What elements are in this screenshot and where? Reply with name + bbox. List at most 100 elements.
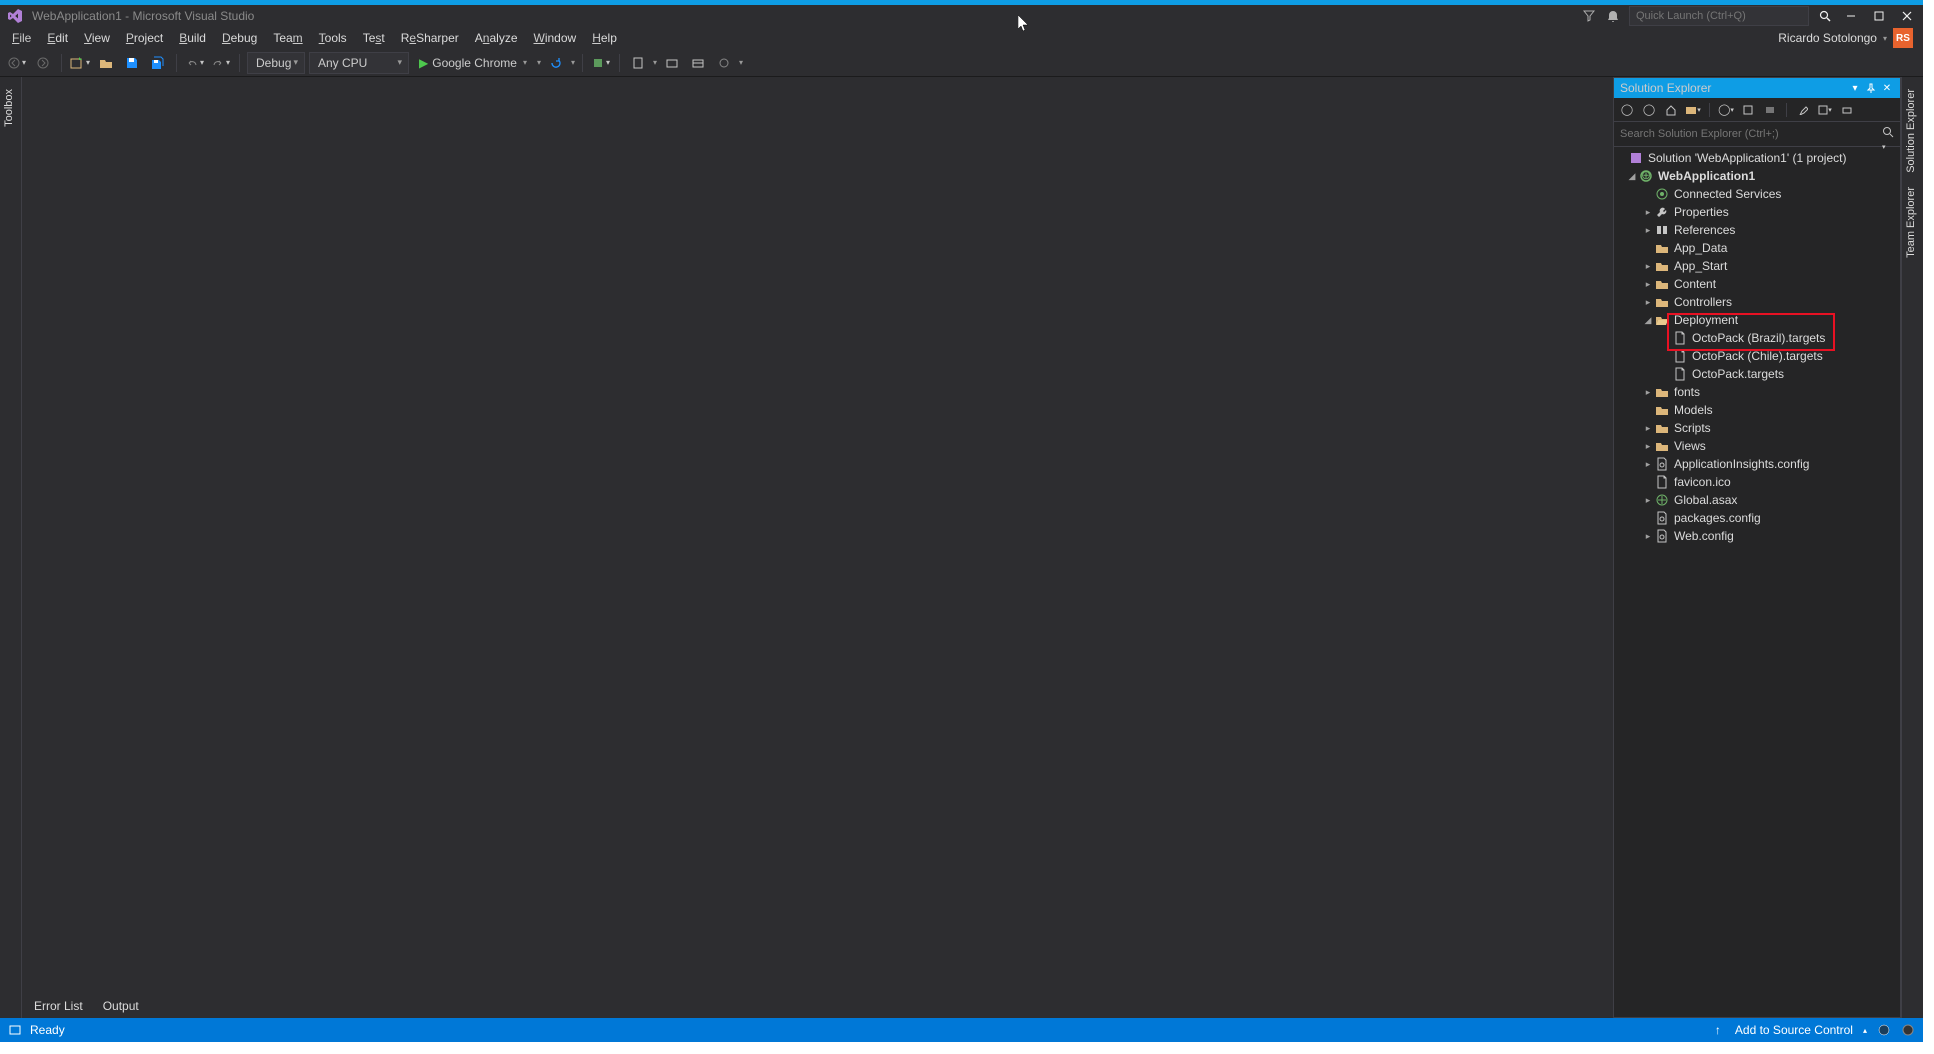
folder-icon	[1654, 385, 1670, 399]
solution-icon	[1628, 151, 1644, 165]
tree-item[interactable]: favicon.ico	[1614, 473, 1900, 491]
funnel-icon[interactable]	[1581, 8, 1597, 24]
se-properties-icon[interactable]	[1794, 101, 1812, 119]
solution-explorer-titlebar[interactable]: Solution Explorer ▾ ✕	[1614, 78, 1900, 98]
toolbar-btn-c[interactable]	[713, 52, 735, 74]
save-button[interactable]	[121, 52, 143, 74]
tree-item[interactable]: OctoPack.targets	[1614, 365, 1900, 383]
tree-item[interactable]: App_Data	[1614, 239, 1900, 257]
tree-item[interactable]: ◢Deployment	[1614, 311, 1900, 329]
doc-icon[interactable]	[627, 52, 649, 74]
publish-up-icon[interactable]: ↑	[1711, 1023, 1725, 1037]
status-dot-icon[interactable]	[1901, 1023, 1915, 1037]
menu-team[interactable]: Team	[265, 29, 310, 47]
redo-button[interactable]	[210, 52, 232, 74]
minimize-button[interactable]	[1841, 8, 1861, 24]
menu-build[interactable]: Build	[171, 29, 214, 47]
tree-item[interactable]: packages.config	[1614, 509, 1900, 527]
tree-item[interactable]: ▸ApplicationInsights.config	[1614, 455, 1900, 473]
solution-search-input[interactable]	[1614, 122, 1900, 146]
status-ready-icon	[8, 1023, 22, 1037]
tree-item[interactable]: ▸Controllers	[1614, 293, 1900, 311]
error-list-tab[interactable]: Error List	[30, 997, 87, 1015]
toolbox-tab[interactable]: Toolbox	[0, 83, 18, 133]
project-node[interactable]: ◢ ⊕ WebApplication1	[1614, 167, 1900, 185]
toolbar-btn-b[interactable]	[687, 52, 709, 74]
menu-window[interactable]: Window	[526, 29, 585, 47]
menu-view[interactable]: View	[76, 29, 118, 47]
file-icon	[1672, 367, 1688, 381]
menu-file[interactable]: File	[4, 29, 39, 47]
close-button[interactable]	[1897, 8, 1917, 24]
tree-item[interactable]: ▸Views	[1614, 437, 1900, 455]
quick-launch-input[interactable]	[1629, 6, 1809, 26]
maximize-button[interactable]	[1869, 8, 1889, 24]
tree-item[interactable]: ▸References	[1614, 221, 1900, 239]
toolbar-btn-a[interactable]	[661, 52, 683, 74]
extensions-button[interactable]	[590, 52, 612, 74]
tree-item[interactable]: ▸Scripts	[1614, 419, 1900, 437]
se-fwd-icon[interactable]: ◯	[1640, 101, 1658, 119]
tree-item-label: Web.config	[1674, 529, 1734, 543]
tree-item[interactable]: ▸Web.config	[1614, 527, 1900, 545]
nav-forward-button[interactable]	[32, 52, 54, 74]
open-file-button[interactable]	[95, 52, 117, 74]
search-icon[interactable]	[1817, 8, 1833, 24]
new-project-button[interactable]	[69, 52, 91, 74]
se-view-icon[interactable]	[1838, 101, 1856, 119]
output-tab[interactable]: Output	[99, 997, 143, 1015]
solution-node[interactable]: Solution 'WebApplication1' (1 project)	[1614, 149, 1900, 167]
close-panel-icon[interactable]: ✕	[1880, 81, 1894, 95]
tree-item[interactable]: ▸App_Start	[1614, 257, 1900, 275]
se-preview-icon[interactable]: ▾	[1816, 101, 1834, 119]
tree-item[interactable]: ▸Global.asax	[1614, 491, 1900, 509]
menu-project[interactable]: Project	[118, 29, 171, 47]
menu-analyze[interactable]: Analyze	[467, 29, 526, 47]
tree-item[interactable]: Models	[1614, 401, 1900, 419]
menu-edit[interactable]: Edit	[39, 29, 76, 47]
pin-icon[interactable]	[1864, 81, 1878, 95]
se-sync-icon[interactable]: ▾	[1684, 101, 1702, 119]
cfg-icon	[1654, 511, 1670, 525]
tree-item[interactable]: OctoPack (Brazil).targets	[1614, 329, 1900, 347]
tree-item-label: Global.asax	[1674, 493, 1737, 507]
user-avatar[interactable]: RS	[1893, 28, 1913, 48]
se-refresh-icon[interactable]: ◯▾	[1717, 101, 1735, 119]
menu-help[interactable]: Help	[584, 29, 625, 47]
csproj-icon: ⊕	[1638, 169, 1654, 183]
se-back-icon[interactable]: ◯	[1618, 101, 1636, 119]
notifications-icon[interactable]	[1605, 8, 1621, 24]
menu-test[interactable]: Test	[355, 29, 393, 47]
solution-explorer-tab[interactable]: Solution Explorer	[1902, 83, 1923, 179]
menu-tools[interactable]: Tools	[311, 29, 355, 47]
tree-item[interactable]: ▸Content	[1614, 275, 1900, 293]
config-combo[interactable]: Debug	[247, 52, 305, 74]
se-collapse-icon[interactable]	[1739, 101, 1757, 119]
undo-button[interactable]	[184, 52, 206, 74]
tree-item-label: OctoPack (Brazil).targets	[1692, 331, 1825, 345]
tree-item-label: Connected Services	[1674, 187, 1781, 201]
user-area[interactable]: Ricardo Sotolongo ▾ RS	[1778, 28, 1919, 48]
save-all-button[interactable]	[147, 52, 169, 74]
solution-explorer-search: ▾	[1614, 122, 1900, 147]
tree-item[interactable]: ▸Properties	[1614, 203, 1900, 221]
add-source-control-button[interactable]: Add to Source Control	[1735, 1023, 1853, 1037]
se-showall-icon[interactable]	[1761, 101, 1779, 119]
titlebar-controls	[1581, 6, 1917, 26]
window-position-icon[interactable]: ▾	[1848, 81, 1862, 95]
se-home-icon[interactable]	[1662, 101, 1680, 119]
team-explorer-tab[interactable]: Team Explorer	[1902, 181, 1923, 264]
menu-resharper[interactable]: ReSharper	[393, 29, 467, 47]
start-debug-button[interactable]: ▶ Google Chrome ▾	[413, 52, 533, 74]
tree-item[interactable]: Connected Services	[1614, 185, 1900, 203]
tree-item[interactable]: ▸fonts	[1614, 383, 1900, 401]
nav-back-button[interactable]	[6, 52, 28, 74]
platform-combo[interactable]: Any CPU	[309, 52, 409, 74]
wrench-icon	[1654, 205, 1670, 219]
solution-label: Solution 'WebApplication1' (1 project)	[1648, 151, 1846, 165]
browser-refresh-button[interactable]	[545, 52, 567, 74]
menu-debug[interactable]: Debug	[214, 29, 265, 47]
tree-item[interactable]: OctoPack (Chile).targets	[1614, 347, 1900, 365]
solution-tree[interactable]: Solution 'WebApplication1' (1 project) ◢…	[1614, 147, 1900, 1017]
status-circle-icon[interactable]	[1877, 1023, 1891, 1037]
